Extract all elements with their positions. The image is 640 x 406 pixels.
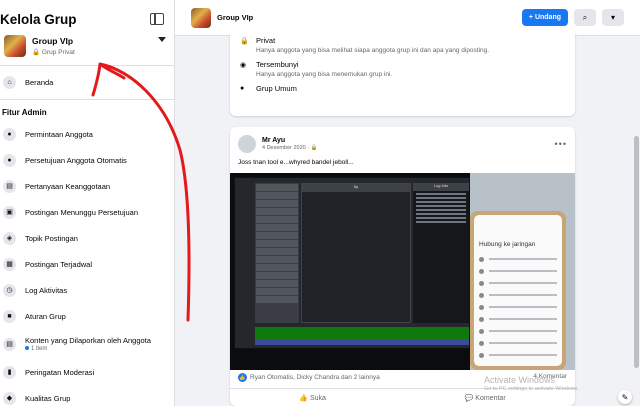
group-name[interactable]: Group VIp [217,13,253,22]
info-hidden: ◉ Tersembunyi Hanya anggota yang bisa me… [240,60,565,78]
question-icon: ▤ [3,179,16,193]
alert-icon: ▮ [3,365,16,379]
phone-screen: Hubung ke jaringan [474,215,562,366]
eye-icon: ◉ [240,62,247,69]
more-icon[interactable]: ••• [555,139,567,149]
sidebar-item-pending-posts[interactable]: ▣ Postingan Menunggu Persetujuan [0,199,174,225]
monitor-screen: fip Log Info [234,177,470,349]
sidebar-item-sub: 1 item [25,346,151,352]
people-icon: ● [240,85,245,92]
sidebar-header: Kelola Grup [0,0,174,28]
sidebar-item-member-requests[interactable]: ● Permintaan Anggota [0,121,174,147]
calendar-icon: ▦ [3,257,16,271]
more-icon[interactable]: ▾ [602,9,624,26]
report-icon: ▤ [3,337,16,351]
sidebar-item-home[interactable]: ⌂ Beranda [0,66,174,100]
group-name: Group VIp [32,35,74,46]
watermark-subtitle: Go to PC settings to activate Windows. [484,386,580,392]
sidebar-item-rules[interactable]: ■ Aturan Grup [0,303,174,329]
info-desc: Hanya anggota yang bisa menemukan grup i… [256,71,393,78]
group-privacy: 🔒 Grup Privat [32,48,75,56]
windows-activation-watermark: Activate Windows Go to PC settings to ac… [484,375,579,392]
avatar[interactable] [238,135,256,153]
sidebar-item-label: Kualitas Grup [25,393,71,403]
caret-down-icon[interactable] [158,37,166,42]
info-title: Privat [256,36,276,45]
topbar-actions: + Undang ⌕ ▾ [521,9,624,26]
info-title: Tersembunyi [256,60,299,69]
sidebar-item-label: Beranda [25,78,54,87]
screen-taskbar [255,339,469,345]
scrollbar-thumb[interactable] [634,136,639,368]
sidebar-item-label: Konten yang Dilaporkan oleh Anggota [25,336,151,345]
sidebar-item-label: Aturan Grup [25,311,66,321]
post-date[interactable]: 4 Desember 2020 · 🔒 [262,145,317,151]
comment-icon: 💬 [464,394,476,402]
info-privacy: 🔒 Privat Hanya anggota yang bisa melihat… [240,36,565,54]
quality-icon: ◆ [3,391,16,405]
screen-button-panel [255,183,299,323]
sidebar-item-questions[interactable]: ▤ Pertanyaan Keanggotaan [0,173,174,199]
rules-icon: ■ [3,309,16,323]
phone: Hubung ke jaringan [470,211,566,370]
like-button[interactable]: 👍 Suka [299,394,326,402]
sidebar-item-moderation-alerts[interactable]: ▮ Peringatan Moderasi [0,359,174,385]
post-text: Joss tnan tool e...whyred bandel jeboll.… [238,159,354,166]
group-thumbnail [4,34,26,57]
sidebar-item-group-quality[interactable]: ◆ Kualitas Grup [0,385,174,406]
screen-main-panel: fip [301,183,411,323]
post-photo[interactable]: fip Log Info Hubung ke jaringan [230,173,575,370]
invite-button[interactable]: + Undang [521,9,568,26]
sidebar-item-label: Permintaan Anggota [25,129,93,139]
like-icon: 👍 [299,394,310,402]
screen-main-title: fip [302,184,410,192]
post-pending-icon: ▣ [3,205,16,219]
info-general: ● Grup Umum [240,84,565,93]
post-reactions[interactable]: 👍 Ryan Otomatis, Dicky Chandra dan 2 lai… [238,373,380,382]
screen-log-panel: Log Info [413,183,469,323]
sidebar-item-activity-log[interactable]: ◷ Log Aktivitas [0,277,174,303]
globe-icon: 🔒 [310,145,318,151]
admin-section-label: Fitur Admin [2,108,47,117]
sidebar-item-auto-approve[interactable]: ● Persetujuan Anggota Otomatis [0,147,174,173]
sidebar-toggle-icon[interactable] [150,13,164,25]
sidebar-item-label: Topik Postingan [25,233,78,243]
people-auto-icon: ● [3,153,16,167]
post-author[interactable]: Mr Ayu [262,137,317,144]
search-icon[interactable]: ⌕ [574,9,596,26]
phone-title: Hubung ke jaringan [479,241,536,248]
watermark-title: Activate Windows [484,375,556,385]
new-message-icon[interactable]: ✎ [618,390,632,404]
clock-icon: ◷ [3,283,16,297]
group-info-card: 🔒 Privat Hanya anggota yang bisa melihat… [230,28,575,116]
post-card: Mr Ayu 4 Desember 2020 · 🔒 ••• Joss tnan… [230,127,575,406]
sidebar-item-scheduled[interactable]: ▦ Postingan Terjadwal [0,251,174,277]
people-icon: ● [3,127,16,141]
sidebar-item-reported[interactable]: ▤ Konten yang Dilaporkan oleh Anggota 1 … [0,329,174,359]
group-thumbnail[interactable] [191,7,211,28]
group-switcher[interactable]: Group VIp 🔒 Grup Privat [0,28,174,66]
sidebar-item-label: Postingan Terjadwal [25,259,92,269]
unread-dot-icon [25,346,29,350]
home-icon: ⌂ [3,76,16,89]
tag-icon: ◈ [3,231,16,245]
sidebar-title: Kelola Grup [0,11,77,27]
screen-log-title: Log Info [413,183,469,191]
like-reaction-icon: 👍 [238,373,247,382]
reaction-names[interactable]: Ryan Otomatis, Dicky Chandra dan 2 lainn… [250,374,380,381]
post-header: Mr Ayu 4 Desember 2020 · 🔒 ••• [230,127,575,153]
sidebar-item-label: Postingan Menunggu Persetujuan [25,207,138,217]
sidebar-item-label: Pertanyaan Keanggotaan [25,181,111,191]
lock-icon: 🔒 [240,38,249,45]
lock-icon: 🔒 [32,48,42,56]
comment-button[interactable]: 💬 Komentar [465,394,506,402]
info-title: Grup Umum [256,84,297,93]
sidebar-item-topics[interactable]: ◈ Topik Postingan [0,225,174,251]
sidebar-item-label: Log Aktivitas [25,285,68,295]
screen-progress-bar [255,327,469,339]
sidebar: Kelola Grup Group VIp 🔒 Grup Privat ⌂ Be… [0,0,175,406]
sidebar-item-label: Persetujuan Anggota Otomatis [25,155,127,165]
info-desc: Hanya anggota yang bisa melihat siapa an… [256,47,490,54]
sidebar-item-label: Peringatan Moderasi [25,367,95,377]
